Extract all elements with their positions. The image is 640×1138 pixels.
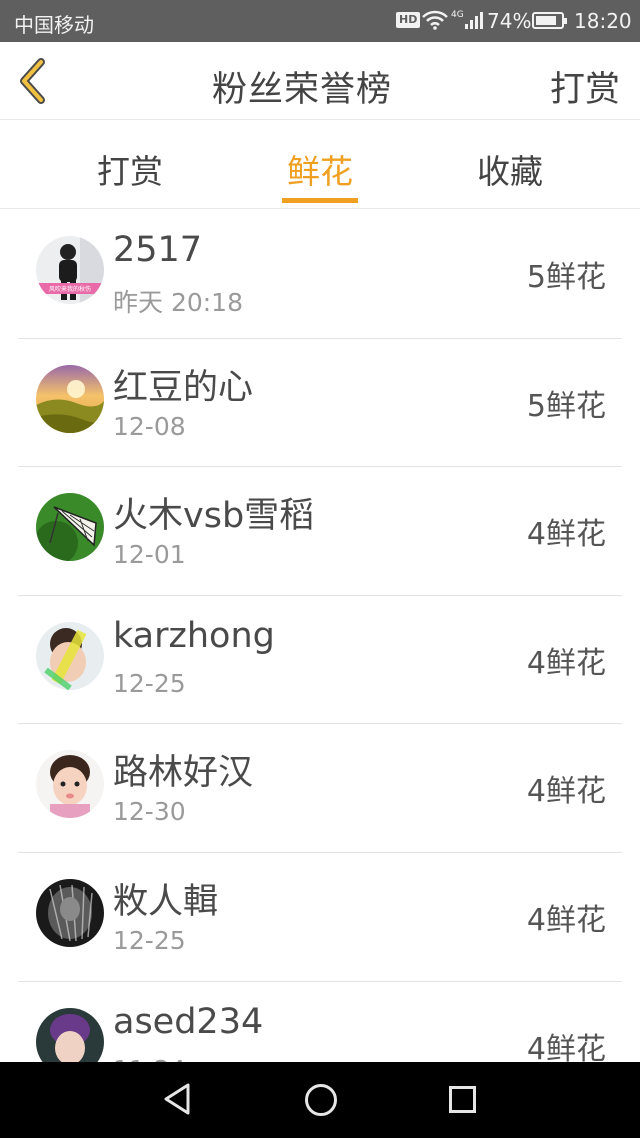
- svg-text:风吹来我的秋伤: 风吹来我的秋伤: [49, 285, 91, 293]
- flower-count: 4鲜花: [526, 1031, 606, 1067]
- list-item[interactable]: 火木vsb雪稻 12-01 4鲜花: [18, 467, 622, 596]
- app-header: 粉丝荣誉榜 打赏: [0, 42, 640, 120]
- fan-date: 12-25: [113, 925, 186, 955]
- battery-icon: [532, 12, 567, 29]
- fan-name: 敉人輯: [113, 881, 219, 922]
- fan-list: 风吹来我的秋伤 2517 昨天 20:18 5鲜花 红豆的心 12-08 5鲜花…: [0, 210, 640, 1110]
- carrier-label: 中国移动: [14, 13, 94, 37]
- flower-count: 5鲜花: [526, 260, 606, 295]
- fan-date: 12-30: [113, 797, 186, 827]
- active-tab-indicator: [282, 198, 358, 203]
- flower-count: 4鲜花: [526, 517, 606, 553]
- avatar: [36, 621, 104, 690]
- clock: 18:20: [574, 9, 632, 33]
- flower-count: 4鲜花: [526, 774, 606, 810]
- fan-name: 路林好汉: [113, 753, 254, 794]
- nav-back-button[interactable]: [162, 1082, 192, 1120]
- list-item[interactable]: 敉人輯 12-25 4鲜花: [18, 853, 622, 982]
- page-title: 粉丝荣誉榜: [211, 70, 392, 110]
- avatar: [36, 750, 104, 819]
- avatar: [36, 364, 104, 433]
- tab-favorites[interactable]: 收藏: [450, 145, 570, 193]
- list-item[interactable]: 红豆的心 12-08 5鲜花: [18, 339, 622, 468]
- fan-name: 2517: [113, 230, 203, 270]
- list-item[interactable]: 风吹来我的秋伤 2517 昨天 20:18 5鲜花: [18, 210, 622, 339]
- screen: 中国移动 HD 4G 74% 18:20 粉丝荣誉榜 打赏 打赏 鲜花 收藏 风…: [0, 0, 640, 1138]
- avatar: [36, 878, 104, 947]
- list-item[interactable]: 路林好汉 12-30 4鲜花: [18, 724, 622, 853]
- cellular-signal-icon: 4G: [451, 9, 483, 36]
- system-nav-bar: [0, 1062, 640, 1138]
- flower-count: 4鲜花: [526, 645, 606, 681]
- battery-percent: 74%: [487, 9, 532, 33]
- flower-count: 4鲜花: [526, 902, 606, 938]
- nav-home-button[interactable]: [305, 1084, 337, 1116]
- avatar: 风吹来我的秋伤: [36, 236, 104, 304]
- tab-bar: 打赏 鲜花 收藏: [0, 121, 640, 209]
- list-item[interactable]: karzhong 12-25 4鲜花: [18, 596, 622, 725]
- fan-name: 火木vsb雪稻: [113, 496, 315, 537]
- fan-name: 红豆的心: [113, 367, 254, 408]
- fan-name: ased234: [113, 1001, 264, 1042]
- tab-flowers[interactable]: 鲜花: [260, 145, 380, 193]
- flower-count: 5鲜花: [526, 388, 606, 424]
- svg-text:4G: 4G: [451, 10, 464, 20]
- triangle-back-icon: [164, 1083, 190, 1115]
- nav-recent-apps-button[interactable]: [449, 1086, 476, 1113]
- hd-icon: HD: [396, 12, 421, 28]
- fan-date: 昨天 20:18: [113, 288, 243, 317]
- fan-date: 12-25: [113, 668, 186, 698]
- avatar: [36, 493, 104, 562]
- status-bar: 中国移动 HD 4G 74% 18:20: [0, 0, 640, 42]
- tab-reward[interactable]: 打赏: [70, 145, 190, 193]
- wifi-icon: [422, 10, 448, 35]
- reward-button[interactable]: 打赏: [550, 61, 620, 112]
- fan-date: 12-01: [113, 540, 186, 570]
- fan-date: 12-08: [113, 411, 186, 441]
- fan-name: karzhong: [113, 615, 275, 656]
